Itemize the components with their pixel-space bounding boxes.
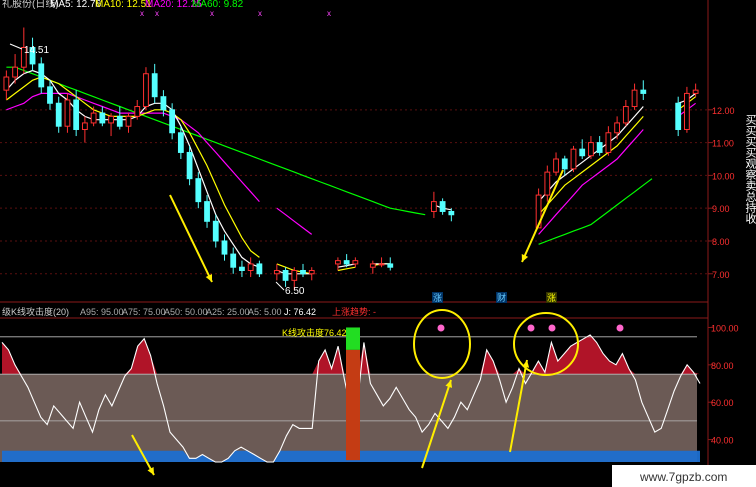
- candle-up: [3, 76, 10, 91]
- candle-up: [588, 142, 594, 157]
- candle-down: [38, 63, 45, 88]
- candle-down: [73, 99, 80, 130]
- signal-marker-2: 财: [497, 292, 506, 303]
- candle-up: [64, 99, 71, 127]
- candle-up: [247, 263, 254, 271]
- param-a95: A95: 95.00: [80, 307, 124, 317]
- candle-up: [90, 112, 97, 124]
- candle-up: [273, 269, 280, 275]
- ma10-label: MA10: 12.51: [95, 0, 152, 10]
- candle-up: [352, 260, 359, 265]
- top-x-marker: x: [155, 9, 159, 18]
- trend-label: 上涨趋势: -: [332, 306, 376, 317]
- indicator-name: 级K线攻击度(20): [2, 306, 69, 317]
- candle-down: [212, 220, 219, 242]
- candle-down: [221, 240, 228, 255]
- candle-down: [195, 178, 202, 203]
- candle-down: [99, 112, 106, 124]
- right-signal-column: 买买买买观察卖总持收: [744, 114, 756, 225]
- top-x-marker: x: [210, 9, 214, 18]
- candle-down: [204, 201, 210, 222]
- attack-bar-green: [346, 327, 360, 350]
- price-tick-label: 8.00: [712, 237, 730, 247]
- j-value: J: 76.42: [284, 307, 316, 317]
- candle-up: [291, 269, 298, 281]
- stock-chart-window: x x x x x 12.00 11.00 10.00 9.00 8.00 7.00 100.00 8…: [0, 0, 756, 487]
- candle-down: [561, 158, 568, 170]
- signal-marker-3: 涨: [547, 293, 556, 303]
- candle-up: [430, 201, 437, 212]
- candle-down: [256, 263, 263, 275]
- watermark-text: www.7gpzb.com: [639, 470, 727, 484]
- candle-up: [684, 92, 690, 130]
- top-x-marker: x: [327, 9, 331, 18]
- chart-canvas: x x x x x 12.00 11.00 10.00 9.00 8.00 7.00 100.00 8…: [0, 0, 756, 487]
- price-tick-label: 11.00: [712, 139, 734, 149]
- candle-up: [308, 269, 315, 275]
- candle-down: [160, 96, 167, 111]
- price-tick-label: 9.00: [712, 204, 730, 214]
- candle-down: [579, 148, 586, 157]
- candle-up: [125, 115, 132, 127]
- attack-bar-red: [346, 349, 360, 461]
- top-x-marker: x: [258, 9, 262, 18]
- price-tick-label: 12.00: [712, 106, 735, 116]
- candle-up: [134, 106, 141, 117]
- candle-down: [439, 201, 446, 212]
- top-x-marker: x: [140, 9, 144, 18]
- peak-marker: [616, 324, 624, 332]
- param-a5: A5: 5.00: [248, 307, 282, 317]
- candle-up: [544, 171, 551, 196]
- candle-up: [81, 122, 88, 130]
- signal-marker-1: 涨: [433, 293, 442, 303]
- high-price-label: 14.51: [24, 45, 49, 56]
- candle-up: [143, 73, 149, 108]
- indicator-tick-label: 60.00: [711, 398, 734, 408]
- ma5-label: MA5: 12.76: [50, 0, 102, 10]
- candle-up: [605, 132, 612, 153]
- candle-down: [47, 86, 53, 104]
- candle-up: [692, 89, 699, 94]
- candle-up: [108, 115, 114, 124]
- indicator-tick-label: 40.00: [711, 436, 734, 446]
- candle-down: [596, 142, 603, 153]
- candle-up: [614, 122, 621, 134]
- low-price-label: 6.50: [285, 286, 305, 297]
- candle-down: [151, 73, 158, 98]
- indicator-tick-label: 100.00: [711, 323, 739, 333]
- candle-up: [12, 66, 18, 78]
- ma60-label: MA60: 9.82: [192, 0, 244, 10]
- candle-down: [448, 210, 455, 216]
- candle-down: [343, 260, 350, 265]
- candle-down: [177, 132, 184, 153]
- candle-down: [186, 151, 193, 180]
- price-tick-label: 10.00: [712, 171, 735, 181]
- candle-up: [622, 106, 629, 124]
- candle-down: [675, 102, 682, 130]
- attack-degree-label: K线攻击度76.42: [282, 327, 347, 338]
- candle-down: [300, 269, 306, 275]
- candle-down: [230, 253, 237, 268]
- param-a25: A25: 25.00: [206, 307, 250, 317]
- peak-marker: [548, 324, 556, 332]
- candle-down: [239, 266, 245, 271]
- candle-up: [553, 158, 559, 173]
- candle-up: [369, 263, 376, 268]
- peak-marker: [527, 324, 535, 332]
- candle-down: [169, 109, 176, 134]
- indicator-tick-label: 80.00: [711, 361, 734, 371]
- candle-down: [282, 269, 289, 281]
- candle-down: [55, 102, 62, 127]
- price-tick-label: 7.00: [712, 270, 730, 280]
- param-a50: A50: 50.00: [164, 307, 208, 317]
- candle-down: [640, 89, 647, 94]
- peak-marker: [437, 324, 445, 332]
- candle-up: [378, 263, 385, 266]
- param-a75: A75: 75.00: [122, 307, 166, 317]
- candle-up: [570, 148, 577, 170]
- candle-up: [335, 260, 341, 265]
- candle-up: [631, 89, 638, 108]
- candle-down: [116, 115, 123, 127]
- candle-down: [387, 263, 394, 268]
